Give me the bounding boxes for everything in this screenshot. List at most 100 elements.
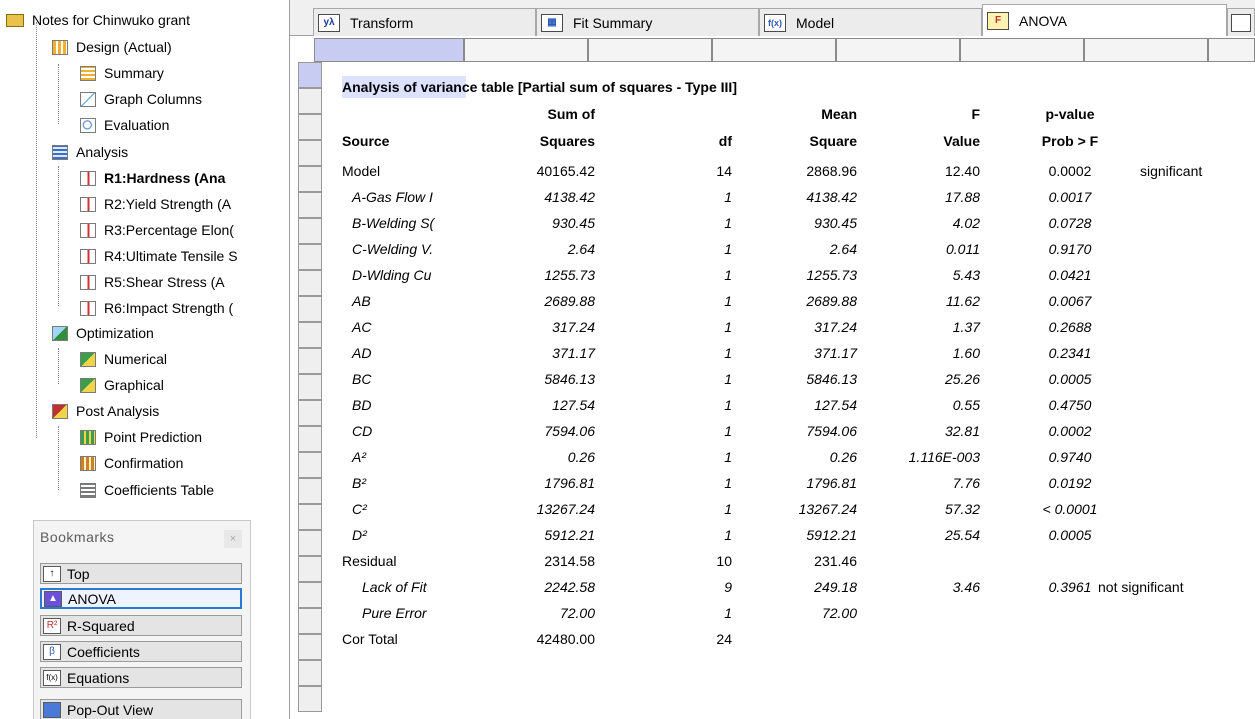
bookmark-label: R-Squared [67, 617, 135, 634]
row-header[interactable] [298, 296, 322, 322]
tree-line [58, 348, 59, 384]
tree-item-response-6[interactable]: R6:Impact Strength ( [80, 297, 233, 319]
column-heading: df [718, 133, 732, 149]
significance-cell [1098, 600, 1213, 626]
bookmark-equations-button[interactable]: f(x) Equations [40, 667, 242, 688]
tree-item-optimization[interactable]: Optimization [52, 322, 154, 344]
row-header[interactable] [298, 140, 322, 166]
row-header[interactable] [298, 452, 322, 478]
row-header[interactable] [298, 62, 322, 88]
tree-item-confirmation[interactable]: Confirmation [80, 452, 183, 474]
row-header[interactable] [298, 556, 322, 582]
row-header[interactable] [298, 634, 322, 660]
bookmark-anova-button[interactable]: ▲ ANOVA [40, 588, 242, 609]
bookmark-coefficients-button[interactable]: β Coefficients [40, 641, 242, 662]
tab-anova[interactable]: F ANOVA [982, 4, 1227, 36]
beta-icon: β [43, 643, 61, 660]
column-header[interactable] [464, 38, 588, 62]
tree-item-post-analysis[interactable]: Post Analysis [52, 400, 159, 422]
row-header[interactable] [298, 608, 322, 634]
tree-item-design[interactable]: Design (Actual) [52, 36, 172, 58]
significance-cell [1098, 470, 1213, 496]
tree-item-summary[interactable]: Summary [80, 62, 164, 84]
row-header[interactable] [298, 88, 322, 114]
diagnostics-icon [1231, 13, 1251, 32]
significance-cell [1098, 288, 1213, 314]
significance-cell [1098, 184, 1213, 210]
tree-item-response-3[interactable]: R3:Percentage Elon( [80, 219, 234, 241]
row-header[interactable] [298, 582, 322, 608]
table-title: Analysis of variance table [Partial sum … [342, 79, 737, 95]
close-icon[interactable]: × [224, 530, 242, 548]
tree-item-label: Analysis [76, 144, 129, 160]
bookmark-top-button[interactable]: ↑ Top [40, 563, 242, 584]
tree-item-response-5[interactable]: R5:Shear Stress (A [80, 271, 225, 293]
source-cell: A-Gas Flow I [352, 189, 433, 205]
mean-square-cell: 2868.96 [806, 163, 857, 179]
f-value-cell: 25.26 [944, 371, 980, 387]
graphical-icon [80, 377, 96, 393]
row-header[interactable] [298, 426, 322, 452]
row-header[interactable] [298, 400, 322, 426]
significance-cell [1098, 444, 1213, 470]
column-header[interactable] [960, 38, 1084, 62]
column-header[interactable] [1084, 38, 1208, 62]
mean-square-cell: 2.64 [829, 241, 857, 257]
tree-item-notes[interactable]: Notes for Chinwuko grant [6, 9, 190, 31]
tree-item-evaluation[interactable]: Evaluation [80, 114, 169, 136]
tree-item-point-prediction[interactable]: Point Prediction [80, 426, 202, 448]
tree-item-label: Coefficients Table [104, 482, 214, 498]
column-heading: Squares [539, 133, 595, 149]
sum-of-squares-cell: 5912.21 [544, 527, 595, 543]
row-header[interactable] [298, 478, 322, 504]
tree-item-graphical[interactable]: Graphical [80, 374, 164, 396]
tree-item-response-4[interactable]: R4:Ultimate Tensile S [80, 245, 238, 267]
mean-square-cell: 371.17 [814, 345, 857, 361]
row-header[interactable] [298, 192, 322, 218]
df-cell: 14 [716, 163, 732, 179]
row-header[interactable] [298, 504, 322, 530]
row-header[interactable] [298, 322, 322, 348]
row-header[interactable] [298, 218, 322, 244]
row-header[interactable] [298, 114, 322, 140]
row-header[interactable] [298, 270, 322, 296]
tree-item-response-1[interactable]: R1:Hardness (Ana [80, 167, 225, 189]
significance-cell [1098, 418, 1213, 444]
df-cell: 9 [724, 579, 732, 595]
row-header[interactable] [298, 166, 322, 192]
pop-out-view-button[interactable]: Pop-Out View [40, 699, 242, 719]
df-cell: 1 [724, 319, 732, 335]
tab-label: ANOVA [1019, 12, 1067, 29]
row-header[interactable] [298, 686, 322, 712]
row-header[interactable] [298, 244, 322, 270]
column-header[interactable] [1208, 38, 1255, 62]
source-cell: C² [352, 501, 367, 517]
column-header[interactable] [712, 38, 836, 62]
column-header[interactable] [588, 38, 712, 62]
mean-square-cell: 127.54 [814, 397, 857, 413]
tab-model[interactable]: f(x) Model [759, 8, 982, 36]
row-header[interactable] [298, 660, 322, 686]
tab-transform[interactable]: yλ Transform [313, 8, 536, 36]
tree-item-response-2[interactable]: R2:Yield Strength (A [80, 193, 231, 215]
mean-square-cell: 930.45 [814, 215, 857, 231]
column-heading: F [971, 106, 980, 122]
anova-icon: ▲ [44, 590, 62, 607]
tree-item-analysis[interactable]: Analysis [52, 141, 128, 163]
tree-item-label: R4:Ultimate Tensile S [104, 248, 238, 264]
tree-item-numerical[interactable]: Numerical [80, 348, 167, 370]
f-value-cell: 4.02 [952, 215, 980, 231]
column-header[interactable] [314, 38, 464, 62]
tree-item-graph-columns[interactable]: Graph Columns [80, 88, 202, 110]
tab-fit-summary[interactable]: ▦ Fit Summary [536, 8, 759, 36]
row-header[interactable] [298, 374, 322, 400]
significance-cell [1098, 340, 1213, 366]
tree-item-coefficients-table[interactable]: Coefficients Table [80, 479, 214, 501]
tab-more[interactable] [1227, 8, 1255, 36]
bookmark-r-squared-button[interactable]: R² R-Squared [40, 615, 242, 636]
tree-item-label: Summary [104, 65, 164, 81]
row-header[interactable] [298, 348, 322, 374]
df-cell: 1 [724, 267, 732, 283]
row-header[interactable] [298, 530, 322, 556]
column-header[interactable] [836, 38, 960, 62]
